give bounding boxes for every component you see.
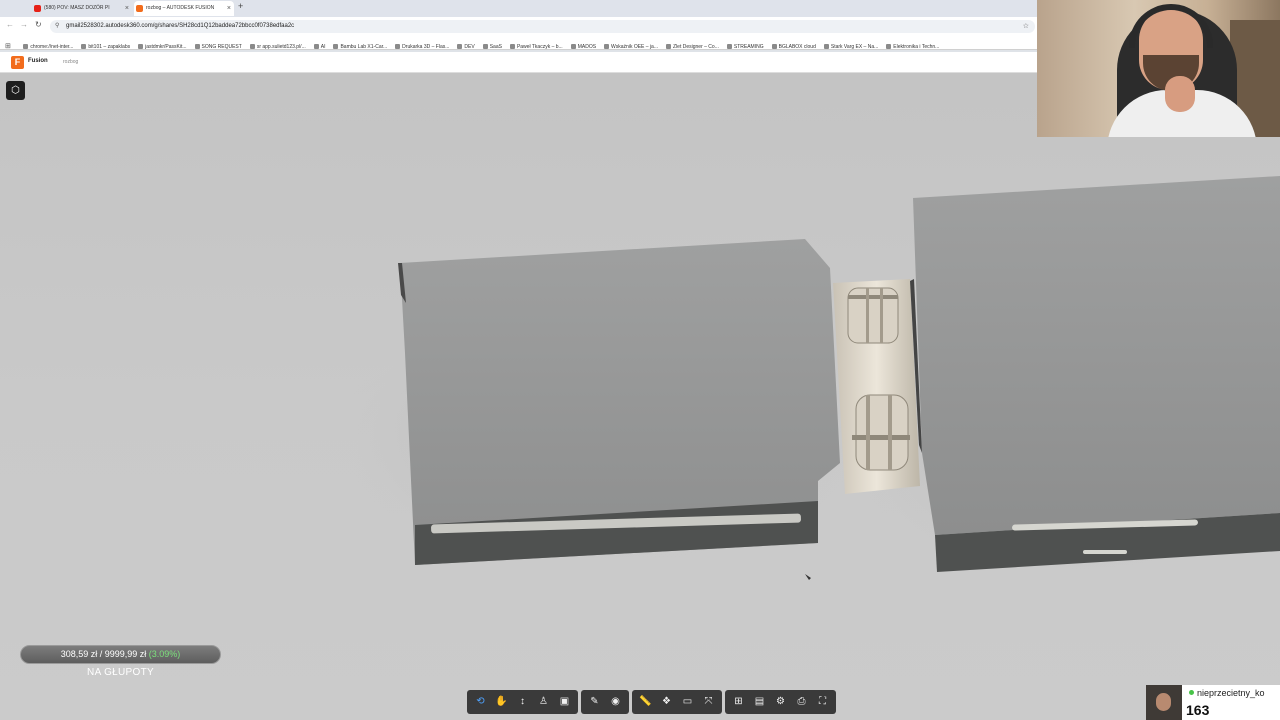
properties-icon[interactable]: ▤ — [750, 692, 769, 712]
bookmark-item[interactable]: BGLABOX cloud — [772, 40, 816, 49]
print-icon[interactable]: ⎙ — [792, 692, 811, 712]
fusion-logo-icon[interactable]: F — [11, 56, 24, 69]
donation-percent: (3.09%) — [148, 649, 181, 659]
bookmarks-bar: ⊞ chrome://net-inter... bit101 – zapaklab… — [0, 35, 1037, 50]
fit-icon[interactable]: ⤧ — [699, 692, 718, 712]
section-icon[interactable]: ▭ — [678, 692, 697, 712]
model-name: rozbog — [63, 59, 79, 65]
donation-goal-label: NA GŁUPOTY — [87, 667, 154, 678]
browser-tab-fusion[interactable]: rozbog – AUTODESK FUSION × — [134, 1, 234, 16]
toolbar-group: ⊞ ▤ ⚙ ⎙ ⛶ — [725, 690, 836, 714]
orbit-icon[interactable]: ⟲ — [471, 692, 490, 712]
address-row: ← → ↻ ⚲ gmail2528302.autodesk360.com/g/s… — [0, 17, 1037, 35]
bookmark-item[interactable]: jastdmkr/PassKit... — [138, 40, 186, 49]
bookmark-item[interactable]: chrome://net-inter... — [23, 40, 73, 49]
reload-icon[interactable]: ↻ — [35, 20, 42, 29]
bookmark-item[interactable]: Stark Varg EX – Na... — [824, 40, 878, 49]
viewer-name: nieprzecietny_ko — [1189, 688, 1265, 698]
bookmark-item[interactable]: STREAMING — [727, 40, 764, 49]
bookmark-item[interactable]: Elektronika i Techn... — [886, 40, 939, 49]
pan-icon[interactable]: ✋ — [492, 692, 511, 712]
walk-icon[interactable]: ♙ — [534, 692, 553, 712]
donation-amount: 308,59 zł / 9999,99 zł — [60, 649, 147, 659]
bookmark-item[interactable]: Bambu Lab X1-Car... — [333, 40, 387, 49]
bookmark-item[interactable]: DEV — [457, 40, 474, 49]
bookmark-item[interactable]: sr app.sulietd123.pl/... — [250, 40, 306, 49]
address-bar[interactable]: ⚲ gmail2528302.autodesk360.com/g/shares/… — [50, 20, 1035, 33]
settings-icon[interactable]: ⚙ — [771, 692, 790, 712]
left-box — [398, 239, 840, 565]
explode-icon[interactable]: ❖ — [657, 692, 676, 712]
site-info-icon[interactable]: ⚲ — [55, 20, 59, 33]
3d-viewport[interactable]: ⬡ — [0, 73, 1280, 720]
toolbar-group: ⟲ ✋ ↕ ♙ ▣ — [467, 690, 578, 714]
bookmark-item[interactable]: AI — [314, 40, 326, 49]
mouse-cursor-icon — [805, 574, 811, 580]
bookmark-item[interactable]: Paweł Tkaczyk – b... — [510, 40, 563, 49]
tab-title: (580) POV: MASZ DOZÓR PI — [44, 5, 110, 11]
fullscreen-icon[interactable]: ⛶ — [813, 692, 832, 712]
donation-goal-bar: 308,59 zł / 9999,99 zł (3.09%) — [20, 645, 221, 664]
viewer-card: nieprzecietny_ko 163 — [1146, 685, 1280, 720]
tab-strip: (580) POV: MASZ DOZÓR PI × rozbog – AUTO… — [0, 0, 1037, 17]
bookmark-item[interactable]: bit101 – zapaklabs — [81, 40, 130, 49]
tab-title: rozbog – AUTODESK FUSION — [146, 5, 215, 11]
zoom-icon[interactable]: ↕ — [513, 692, 532, 712]
camera-icon[interactable]: ▣ — [555, 692, 574, 712]
bookmark-item[interactable]: Drukarka 3D – Flas... — [395, 40, 449, 49]
right-small-handle — [1083, 550, 1127, 554]
streamer-webcam — [1037, 0, 1280, 137]
youtube-icon — [34, 5, 41, 12]
app-name: Fusion — [28, 58, 48, 64]
measure-icon[interactable]: 📏 — [636, 692, 655, 712]
bookmark-item[interactable]: Zlet Designer – Co... — [666, 40, 719, 49]
toolbar-group: 📏 ❖ ▭ ⤧ — [632, 690, 722, 714]
browser-tab-youtube[interactable]: (580) POV: MASZ DOZÓR PI × — [32, 1, 132, 16]
toolbar-group: ✎ ◉ — [581, 690, 629, 714]
back-icon[interactable]: ← — [6, 20, 14, 29]
bookmark-item[interactable]: MADOS — [571, 40, 596, 49]
bookmark-star-icon[interactable]: ☆ — [1023, 20, 1029, 33]
3d-model-render[interactable] — [0, 73, 1280, 720]
model-browser-icon[interactable]: ⊞ — [729, 692, 748, 712]
markup-icon[interactable]: ✎ — [585, 692, 604, 712]
viewer-count: 163 — [1186, 702, 1210, 718]
url-text: gmail2528302.autodesk360.com/g/shares/SH… — [66, 23, 295, 29]
visibility-icon[interactable]: ◉ — [606, 692, 625, 712]
apps-grid-icon[interactable]: ⊞ — [5, 39, 11, 49]
bookmark-item[interactable]: Wskaźnik OEE – ja... — [604, 40, 658, 49]
hinge-part — [833, 279, 920, 494]
avatar — [1146, 685, 1182, 720]
close-tab-icon[interactable]: × — [227, 1, 231, 16]
right-box — [910, 176, 1280, 572]
view-cube-icon[interactable]: ⬡ — [6, 81, 25, 100]
fusion-favicon-icon — [136, 5, 143, 12]
viewer-toolbar: ⟲ ✋ ↕ ♙ ▣ ✎ ◉ 📏 ❖ ▭ ⤧ ⊞ ▤ ⚙ ⎙ ⛶ — [467, 690, 836, 714]
close-tab-icon[interactable]: × — [125, 1, 129, 16]
bookmark-item[interactable]: SONG REQUEST — [195, 40, 242, 49]
browser-chrome: (580) POV: MASZ DOZÓR PI × rozbog – AUTO… — [0, 0, 1037, 52]
forward-icon[interactable]: → — [20, 20, 28, 29]
bookmark-item[interactable]: SaaS — [483, 40, 502, 49]
new-tab-icon[interactable]: + — [238, 1, 243, 11]
